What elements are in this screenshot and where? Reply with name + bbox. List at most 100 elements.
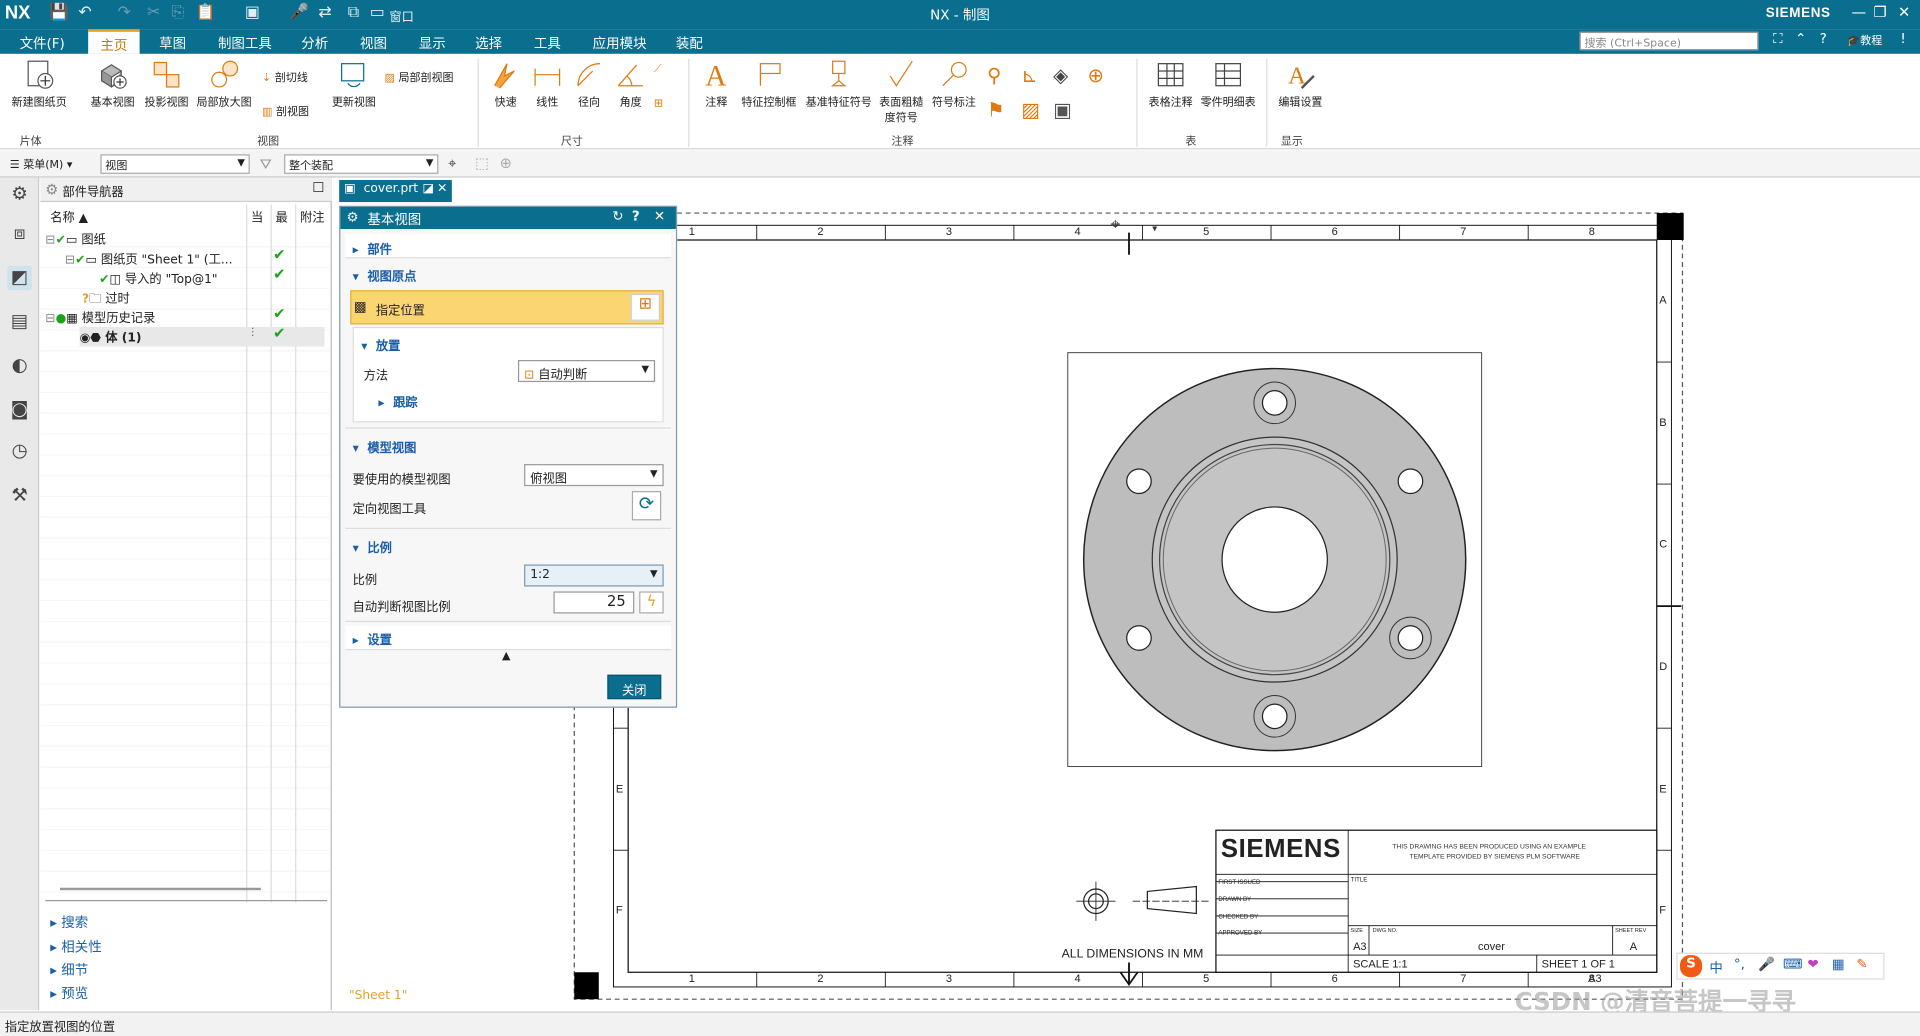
col-current[interactable]: 当 (251, 207, 263, 227)
tab-analysis[interactable]: 分析 (301, 33, 328, 53)
history-icon[interactable]: ◷ (7, 440, 31, 464)
parts-list-button[interactable]: 零件明细表 (1198, 59, 1259, 109)
assembly-navigator-icon[interactable]: ⧈ (7, 222, 31, 246)
maximize-icon[interactable]: ☐ (312, 180, 324, 196)
update-views-button[interactable]: 更新视图 (331, 59, 378, 109)
toolbox-icon[interactable]: ▦ (1832, 956, 1845, 972)
hatch-icon[interactable]: ▨ (1021, 98, 1040, 121)
gear-icon[interactable]: ⚙ (7, 182, 31, 206)
tab-tools[interactable]: 工具 (534, 33, 561, 53)
col-name[interactable]: 名称 ▲ (50, 207, 88, 227)
snap-icon[interactable]: ⌖ (448, 154, 456, 172)
tab-file[interactable]: 文件(F) (20, 33, 65, 53)
skin-icon[interactable]: ❤ (1807, 956, 1818, 972)
magnify-icon[interactable]: ⚲ (987, 64, 1001, 87)
tabular-note-button[interactable]: 表格注释 (1144, 59, 1198, 109)
ime-toolbar[interactable]: S 中 °, 🎤 ⌨ ❤ ▦ ✎ (1676, 952, 1885, 980)
section-model-view[interactable]: ▾ 模型视图 (345, 435, 671, 459)
fcf-button[interactable]: 特征控制框 (737, 59, 801, 109)
tree-row-sheet[interactable]: ⊟✔▭ 图纸页 "Sheet 1" (工... (65, 249, 233, 269)
lightning-icon[interactable]: ϟ (639, 591, 664, 614)
panel-preview[interactable]: ▸ 预览 (50, 983, 88, 1003)
ordinate-dim-icon[interactable]: ⊞ (654, 98, 663, 110)
punctuation-icon[interactable]: °, (1734, 956, 1745, 972)
tab-applications[interactable]: 应用模块 (593, 33, 647, 53)
datum-feature-button[interactable]: 基准特征符号 (803, 59, 874, 109)
col-latest[interactable]: 最 (276, 207, 288, 227)
tracking-header[interactable]: ▸ 跟踪 (378, 392, 417, 410)
gear-icon[interactable]: ⚙ (347, 209, 359, 225)
roles-icon[interactable]: ⚒ (7, 484, 31, 508)
base-view-button[interactable]: 基本视图 (86, 59, 140, 109)
filter-icon[interactable]: ⛛ (260, 156, 272, 174)
chamfer-dim-icon[interactable]: ⟋ (654, 64, 662, 76)
tutorial-button[interactable]: 🎓教程 (1847, 32, 1883, 48)
linear-dim-button[interactable]: 线性 (527, 59, 569, 109)
fullscreen-icon[interactable]: ⛶ (1773, 31, 1782, 48)
select-option-icon[interactable]: ⊕ (500, 154, 512, 171)
edit-settings-button[interactable]: A 编辑设置 (1273, 59, 1327, 109)
close-icon[interactable]: ✕ (1898, 4, 1910, 21)
select-icon[interactable]: ⬚ (475, 154, 489, 171)
tab-document[interactable]: ▣ cover.prt ◪ ✕ (339, 180, 452, 203)
close-icon[interactable]: ✕ (654, 208, 665, 224)
orient-view-icon[interactable]: ⟳ (631, 491, 662, 521)
panel-search[interactable]: ▸ 搜索 (50, 912, 88, 932)
col-note[interactable]: 附注 (300, 207, 324, 227)
help-icon[interactable]: ? (632, 208, 640, 224)
collapse-ribbon-icon[interactable]: ⌃ (1795, 31, 1806, 47)
section-view-button[interactable]: ▥ 剖视图 (262, 103, 309, 119)
fill-icon[interactable]: ◈ (1053, 64, 1068, 87)
break-out-button[interactable]: ▨ 局部剖视图 (384, 69, 453, 84)
tree-row-imported-view[interactable]: ✔◫ 导入的 "Top@1" (99, 268, 217, 288)
radial-dim-button[interactable]: 径向 (568, 59, 610, 109)
hd3d-icon[interactable]: ◐ (7, 354, 31, 378)
close-button[interactable]: 关闭 (607, 674, 662, 700)
panel-dependencies[interactable]: ▸ 相关性 (50, 937, 101, 957)
angular-dim-button[interactable]: 角度 (610, 59, 652, 109)
section-view-origin[interactable]: ▾ 视图原点 (345, 261, 671, 285)
tab-select[interactable]: 选择 (475, 33, 502, 53)
panel-details[interactable]: ▸ 细节 (50, 960, 88, 980)
view-triad-icon[interactable]: ⌖ (1111, 216, 1121, 236)
tab-drafting-tools[interactable]: 制图工具 (218, 33, 272, 53)
surface-finish-button[interactable]: 表面粗糙 度符号 (877, 59, 926, 125)
search-icon[interactable]: ⌕ (1739, 31, 1747, 48)
scrollbar[interactable] (60, 887, 261, 891)
specify-location-row[interactable]: ▩ 指定位置 ⊞ (350, 290, 664, 325)
target-point-icon[interactable]: ⊕ (1087, 64, 1103, 87)
microphone-icon[interactable]: 🎤 (1758, 956, 1775, 972)
weld-symbol-icon[interactable]: ⊾ (1021, 64, 1037, 87)
scale-select[interactable]: 1:2 ▼ (524, 564, 664, 587)
symbol-label-button[interactable]: 符号标注 (928, 59, 979, 109)
tab-display[interactable]: 显示 (419, 33, 446, 53)
alert-icon[interactable]: ! (1900, 31, 1905, 47)
tab-sketch[interactable]: 草图 (159, 33, 186, 53)
note-button[interactable]: A 注释 (696, 59, 738, 109)
method-select[interactable]: ⊡ 自动判断 ▼ (517, 360, 656, 383)
model-view-select[interactable]: 俯视图 ▼ (524, 464, 664, 487)
auto-scale-input[interactable]: 25 (553, 591, 635, 614)
restore-icon[interactable]: ❐ (1873, 4, 1886, 21)
tab-home[interactable]: 主页 (88, 29, 140, 54)
point-dialog-icon[interactable]: ⊞ (630, 293, 661, 321)
chevron-down-icon[interactable]: ▾ (1152, 223, 1157, 234)
part-navigator-icon[interactable]: ◩ (7, 265, 32, 291)
placement-header[interactable]: ▾ 放置 (361, 336, 400, 353)
detail-view-button[interactable]: 局部放大图 (193, 59, 254, 109)
section-scale[interactable]: ▾ 比例 (345, 535, 671, 559)
collapse-arrow-icon[interactable]: ▲ (502, 650, 510, 662)
flag-icon[interactable]: ⚑ (987, 98, 1005, 121)
help-icon[interactable]: ? (1820, 31, 1827, 47)
reuse-library-icon[interactable]: ▤ (7, 310, 31, 334)
menu-button[interactable]: ☰ 菜单(M) ▾ (10, 156, 73, 171)
tab-assemblies[interactable]: 装配 (676, 33, 703, 53)
section-settings[interactable]: ▸ 设置 (345, 625, 672, 651)
section-line-button[interactable]: ⇣ 剖切线 (262, 69, 308, 84)
quick-dim-button[interactable]: 快速 (485, 59, 527, 109)
search-input[interactable]: 搜索 (Ctrl+Space) (1579, 31, 1759, 51)
new-sheet-button[interactable]: 新建图纸页 (5, 59, 74, 109)
keyboard-icon[interactable]: ⌨ (1783, 956, 1802, 972)
reset-icon[interactable]: ↻ (612, 208, 623, 224)
section-part[interactable]: ▸ 部件 (345, 233, 672, 259)
